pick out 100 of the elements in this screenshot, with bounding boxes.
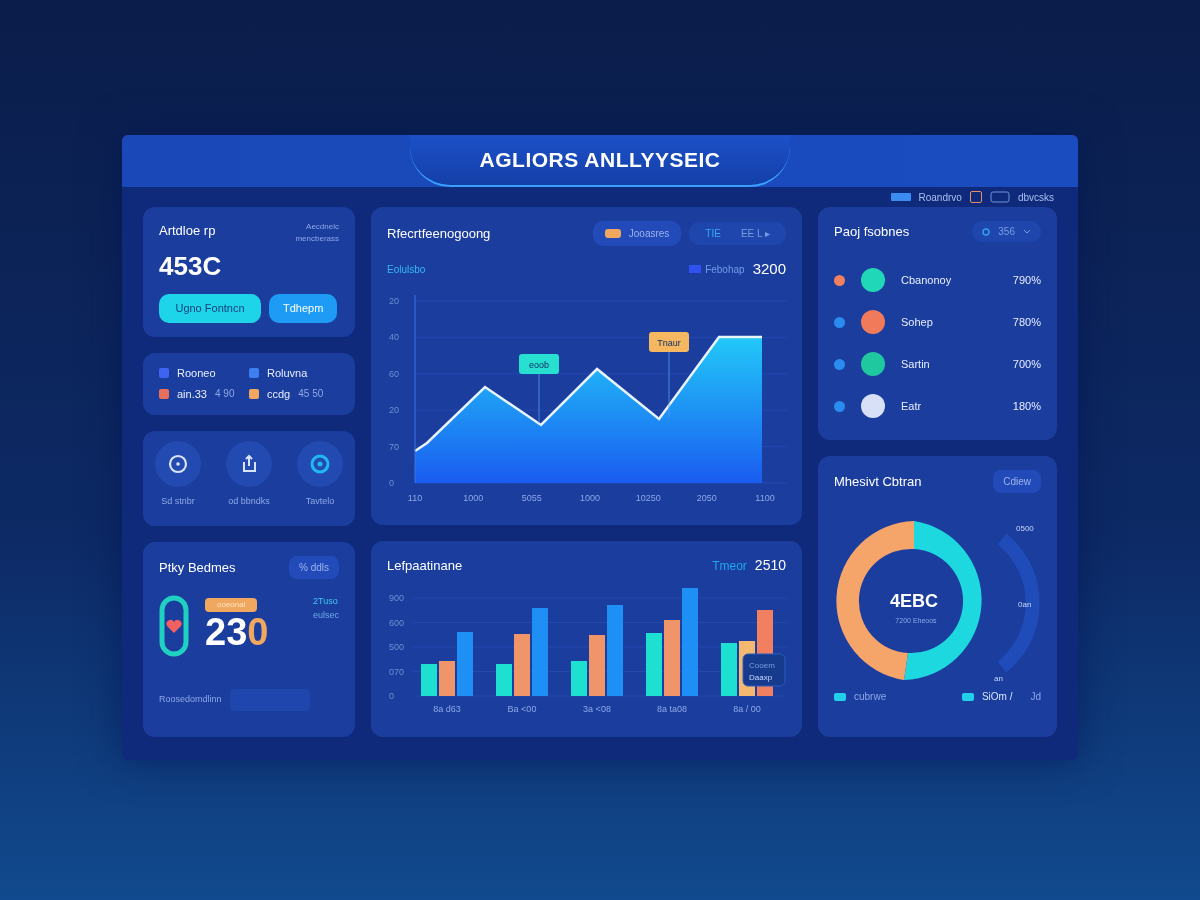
window-title: AGLIORS ANLLYYSEIC — [479, 147, 721, 174]
filter-chip[interactable]: Jooasres — [592, 221, 682, 246]
view-button[interactable]: Cdiew — [993, 470, 1041, 493]
tick-label: 1000 — [463, 492, 484, 503]
tick-label: 10250 — [635, 492, 661, 503]
legend-label: Rooneo — [177, 366, 216, 381]
shortcut-button[interactable] — [297, 441, 343, 487]
tick-label: 8a / 00 — [733, 704, 761, 714]
health-value: 230 — [205, 612, 269, 654]
screen-icon — [989, 191, 1010, 203]
toolbar-text: dbvcsks — [1017, 190, 1054, 205]
callout-label: an — [994, 674, 1003, 683]
legend-label: ccdg — [267, 386, 291, 402]
legend-label: SiOm / — [981, 690, 1013, 704]
shortcut-label: od bbndks — [228, 495, 270, 508]
card-title: Mhesivt Cbtran — [834, 472, 922, 491]
target-icon — [309, 453, 331, 475]
tick-label: 600 — [389, 617, 405, 628]
bar — [421, 664, 437, 696]
legend-label: Roluvna — [267, 366, 308, 381]
side-text: eulsec — [313, 608, 339, 622]
tick-label: Ba <00 — [507, 704, 537, 714]
card-title: Artdloe rp — [159, 222, 216, 240]
shortcut-label: Sd stnbr — [161, 495, 195, 508]
tick-label: 40 — [389, 331, 399, 342]
tick-label: 1100 — [755, 492, 775, 503]
legend-value: 4 90 — [215, 387, 235, 402]
item-value: 180% — [1012, 398, 1041, 414]
status-badge: ooeonal — [205, 598, 258, 613]
legend-value: Jd — [1030, 690, 1041, 704]
tick-label: 3a <08 — [583, 704, 611, 714]
toolbar-label: Roandrvo — [918, 190, 962, 205]
item-name: Eatr — [901, 398, 922, 414]
legend-label: ain.33 — [177, 386, 207, 402]
footer-text: Roosedomdlinn — [159, 693, 222, 707]
shortcut-button[interactable] — [155, 441, 201, 487]
total-label: Febohap — [689, 261, 745, 277]
note-text: mencberass — [295, 233, 339, 245]
action-button[interactable]: Ugno Fontncn — [159, 294, 261, 323]
tick-label: 110 — [407, 492, 423, 503]
donut-value: 4EBC — [890, 591, 938, 611]
bar — [457, 632, 473, 696]
action-button[interactable]: Tdhepm — [269, 294, 337, 323]
tick-label: 60 — [389, 368, 399, 379]
bar — [496, 664, 512, 696]
chart-icon — [890, 192, 911, 202]
card-title: Paoj fsobnes — [834, 222, 910, 241]
tick-label: 0 — [389, 477, 394, 488]
item-value: 700% — [1012, 356, 1041, 372]
card-title: Lefpaatinane — [387, 556, 463, 575]
tick-label: 2050 — [696, 492, 717, 503]
bar — [514, 634, 530, 696]
tick-label: 20 — [389, 295, 399, 306]
kpi-value: 453C — [159, 250, 222, 283]
bar — [439, 661, 455, 696]
tooltip: Cooem Daaxp — [742, 653, 786, 687]
legend-value: 45 50 — [298, 387, 324, 402]
bar — [589, 635, 605, 696]
range-button[interactable]: EE L ▸ — [734, 225, 776, 242]
card-title: Rfecrtfeenogoong — [387, 224, 491, 243]
item-value: 790% — [1012, 272, 1041, 288]
tick-label: 1000 — [580, 492, 600, 503]
shortcut-button[interactable] — [226, 441, 272, 487]
total-value: 3200 — [752, 259, 786, 279]
coin-icon — [982, 226, 991, 237]
legend-label: cubrwe — [854, 690, 887, 704]
total-label: Tmeor — [712, 557, 747, 575]
card-title: Ptky Bedmes — [159, 558, 236, 577]
item-name: Cbanonoy — [901, 272, 952, 288]
item-name: Sartin — [901, 356, 930, 372]
tick-label: 20 — [389, 404, 399, 415]
tick-label: 70 — [389, 441, 399, 452]
total-value: 2510 — [754, 556, 786, 575]
tick-label: 0 — [389, 691, 394, 701]
tick-label: 8a d63 — [433, 704, 461, 714]
shortcut-label: Tavtelo — [305, 495, 335, 508]
clock-icon — [167, 453, 189, 475]
tick-label: 500 — [389, 642, 405, 652]
chevron-down-icon — [1023, 228, 1031, 235]
range-button[interactable]: TIE — [699, 225, 727, 242]
note-text: Aecdnelc — [306, 221, 339, 233]
side-text: 2Tuso — [313, 595, 339, 608]
item-name: Sohep — [901, 314, 933, 330]
callout-label: 0500 — [1016, 524, 1034, 533]
select-value: 356 — [998, 225, 1015, 239]
checkbox[interactable] — [969, 191, 982, 203]
tick-label: 8a ta08 — [657, 704, 687, 714]
callout-label: 0an — [1018, 600, 1032, 609]
bar — [571, 661, 587, 696]
chart-subtitle: Eolulsbo — [387, 262, 426, 277]
filter-button[interactable]: % ddls — [289, 556, 339, 579]
tick-label: 070 — [389, 666, 405, 677]
tick-label: 900 — [389, 593, 405, 603]
item-value: 780% — [1012, 314, 1041, 330]
callout-label: Tnaur — [649, 331, 689, 352]
bar — [721, 643, 737, 696]
callout-label: eoob — [519, 353, 559, 374]
select-control[interactable]: 356 — [972, 221, 1041, 242]
tick-label: 5055 — [521, 492, 542, 503]
bar — [646, 633, 662, 696]
